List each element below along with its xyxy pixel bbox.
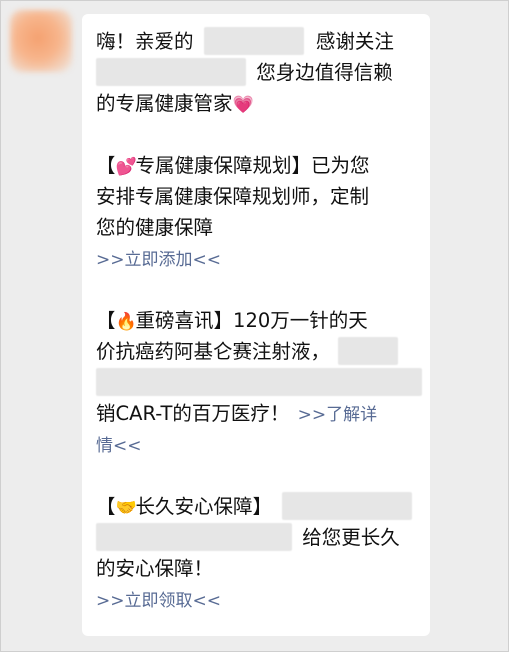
section2-line2-text: 价抗癌药阿基仑赛注射液， — [96, 340, 331, 363]
section1-line-3: 您的健康保障 — [96, 212, 426, 243]
section3-line3-text: 的安心保障！ — [96, 557, 214, 580]
section2-line1-tail: 120万一针的天 — [233, 309, 368, 332]
handshake-icon: 🤝 — [115, 498, 137, 518]
section2-bracket-open: 【 — [96, 309, 116, 332]
claim-now-link[interactable]: >>立即领取<< — [96, 591, 221, 611]
redacted-text — [96, 522, 292, 551]
fire-icon: 🔥 — [115, 312, 137, 332]
section1-line1-tail: 已为您 — [311, 154, 370, 177]
section3-line-2: 给您更长久 — [96, 522, 426, 553]
redacted-text — [282, 491, 413, 520]
greeting-line3-text: 的专属健康管家 — [96, 92, 233, 115]
section3-line-3: 的安心保障！ — [96, 553, 426, 584]
section3-bracket-open: 【 — [96, 495, 116, 518]
section3-line2-tail: 给您更长久 — [302, 526, 400, 549]
section1-link-line: >>立即添加<< — [96, 243, 426, 274]
section3-link-line: >>立即领取<< — [96, 584, 426, 615]
section1-line3-text: 您的健康保障 — [96, 216, 214, 239]
add-now-link[interactable]: >>立即添加<< — [96, 250, 221, 270]
sender-avatar[interactable] — [10, 10, 72, 72]
message-content: 嗨！亲爱的 感谢关注 您身边值得信赖 的专属健康管家💗 【💕专属健康保障规划】已… — [96, 26, 426, 615]
section1-line-2: 安排专属健康保障规划师，定制 — [96, 181, 426, 212]
greeting-line-3: 的专属健康管家💗 — [96, 88, 426, 119]
section2-line4-text: 销CAR-T的百万医疗！ — [96, 402, 290, 425]
section1-bracket-open: 【 — [96, 154, 116, 177]
learn-more-link[interactable]: >>了解详 — [298, 405, 378, 425]
heart-icon: 💗 — [232, 95, 254, 115]
greeting-line: 嗨！亲爱的 感谢关注 — [96, 26, 426, 57]
section3-title: 长久安心保障 — [135, 495, 253, 518]
section2-line-4: 销CAR-T的百万医疗！ >>了解详 — [96, 398, 426, 429]
message-bubble: 嗨！亲爱的 感谢关注 您身边值得信赖 的专属健康管家💗 【💕专属健康保障规划】已… — [82, 14, 430, 636]
section2-title: 重磅喜讯 — [135, 309, 214, 332]
section3-bracket-close: 】 — [252, 495, 273, 518]
greeting-line2-suffix: 您身边值得信赖 — [256, 61, 393, 84]
redacted-text — [96, 367, 422, 396]
section2-line-5: 情<< — [96, 429, 426, 460]
section1-line2-text: 安排专属健康保障规划师，定制 — [96, 185, 370, 208]
greeting-prefix: 嗨！亲爱的 — [96, 30, 194, 53]
greeting-line-2: 您身边值得信赖 — [96, 57, 426, 88]
section1-title: 专属健康保障规划 — [135, 154, 292, 177]
section1-bracket-close: 】 — [291, 154, 312, 177]
section3-title-line: 【🤝长久安心保障】 — [96, 491, 426, 522]
greeting-suffix: 感谢关注 — [315, 30, 394, 53]
redacted-text — [338, 336, 399, 365]
section2-title-line: 【🔥重磅喜讯】120万一针的天 — [96, 305, 426, 336]
two-hearts-icon: 💕 — [115, 157, 137, 177]
redacted-brand — [96, 57, 246, 86]
section2-line-3 — [96, 367, 426, 398]
learn-more-link-continued[interactable]: 情<< — [96, 436, 142, 456]
section2-bracket-close: 】 — [213, 309, 234, 332]
section1-title-line: 【💕专属健康保障规划】已为您 — [96, 150, 426, 181]
section2-line-2: 价抗癌药阿基仑赛注射液， — [96, 336, 426, 367]
redacted-name — [203, 26, 304, 55]
